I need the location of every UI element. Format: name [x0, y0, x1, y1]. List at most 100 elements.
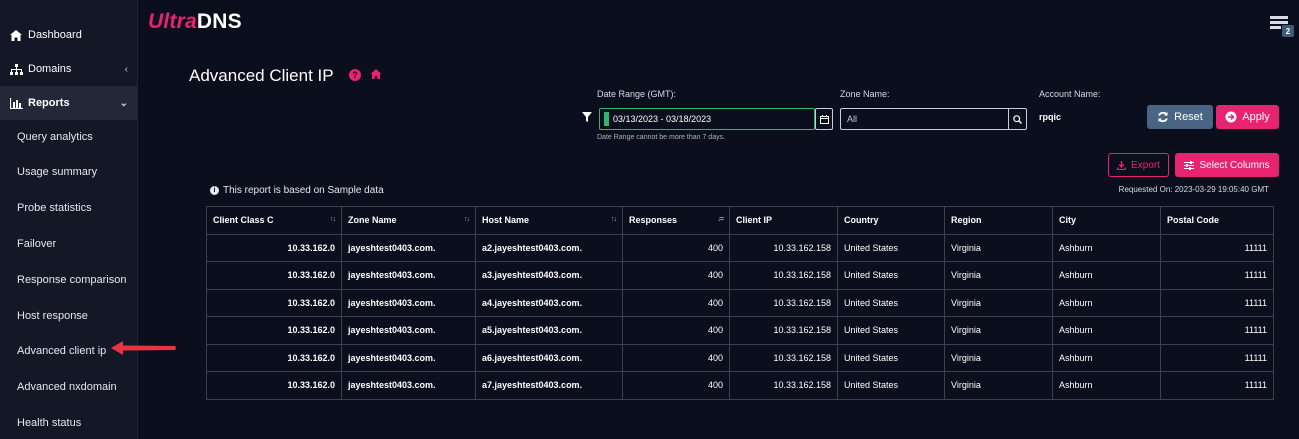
cell-client-ip: 10.33.162.158: [729, 261, 838, 290]
refresh-icon: [1157, 111, 1169, 123]
cell-postal-code: 11111: [1160, 371, 1274, 400]
cell-responses: 400: [622, 371, 730, 400]
column-header-zone-name[interactable]: Zone Name ↑↓: [341, 206, 476, 235]
cell-host-name: a3.jayeshtest0403.com.: [475, 261, 623, 290]
table-row: 10.33.162.0 jayeshtest0403.com. a3.jayes…: [206, 261, 1274, 290]
cell-zone-name: jayeshtest0403.com.: [341, 316, 476, 345]
sidebar-item-label: Reports: [28, 97, 70, 109]
cell-country: United States: [837, 233, 945, 262]
cell-postal-code: 11111: [1160, 316, 1274, 345]
sidebar-subitem-failover[interactable]: Failover: [0, 227, 138, 261]
help-icon[interactable]: ?: [349, 69, 361, 81]
cell-host-name: a4.jayeshtest0403.com.: [475, 288, 623, 317]
cell-region: Virginia: [944, 233, 1053, 262]
cell-client-ip: 10.33.162.158: [729, 316, 838, 345]
cell-client-ip: 10.33.162.158: [729, 371, 838, 400]
cell-city: Ashburn: [1052, 316, 1161, 345]
cell-host-name: a2.jayeshtest0403.com.: [475, 233, 623, 262]
cell-country: United States: [837, 316, 945, 345]
brand-logo[interactable]: UltraDNS: [148, 10, 242, 34]
select-columns-button[interactable]: Select Columns: [1175, 153, 1279, 177]
account-name-value: rpqic: [1039, 112, 1062, 122]
column-header-client-ip[interactable]: Client IP: [729, 206, 838, 235]
sidebar-subitem-health-status[interactable]: Health status: [0, 406, 138, 439]
cell-region: Virginia: [944, 316, 1053, 345]
cell-responses: 400: [622, 261, 730, 290]
reset-button[interactable]: Reset: [1147, 105, 1213, 129]
results-table: Client Class C ↑↓ Zone Name ↑↓ Host Name ↑↓…: [206, 206, 1274, 400]
column-header-country[interactable]: Country: [837, 206, 945, 235]
zone-search-button[interactable]: [1008, 108, 1027, 130]
cell-postal-code: 11111: [1160, 343, 1274, 372]
sidebar-subitem-probe-statistics[interactable]: Probe statistics: [0, 191, 138, 225]
sidebar-item-label: Dashboard: [28, 29, 82, 41]
cell-country: United States: [837, 261, 945, 290]
zone-name-input[interactable]: All: [840, 108, 1008, 130]
date-range-input[interactable]: 03/13/2023 - 03/18/2023: [599, 108, 815, 130]
cell-host-name: a7.jayeshtest0403.com.: [475, 371, 623, 400]
cell-postal-code: 11111: [1160, 233, 1274, 262]
table-header-row: Client Class C ↑↓ Zone Name ↑↓ Host Name ↑↓…: [206, 206, 1274, 235]
info-icon: i: [210, 186, 219, 195]
menu-button[interactable]: 2: [1270, 14, 1294, 38]
sort-desc-icon[interactable]: ↓=: [717, 216, 724, 223]
sidebar-subitem-advanced-nxdomain[interactable]: Advanced nxdomain: [0, 370, 138, 404]
column-header-postal-code[interactable]: Postal Code: [1160, 206, 1274, 235]
arrow-circle-right-icon: [1225, 111, 1237, 123]
cell-postal-code: 11111: [1160, 261, 1274, 290]
cell-zone-name: jayeshtest0403.com.: [341, 233, 476, 262]
sort-icon[interactable]: ↑↓: [330, 216, 336, 223]
sidebar-item-domains[interactable]: Domains ‹: [0, 52, 138, 86]
account-name-label: Account Name:: [1039, 89, 1101, 99]
cell-zone-name: jayeshtest0403.com.: [341, 371, 476, 400]
sidebar-subitem-usage-summary[interactable]: Usage summary: [0, 155, 138, 189]
column-header-responses[interactable]: Responses ↓=: [622, 206, 730, 235]
table-row: 10.33.162.0 jayeshtest0403.com. a2.jayes…: [206, 233, 1274, 262]
zone-name-label: Zone Name:: [840, 89, 890, 99]
cell-host-name: a5.jayeshtest0403.com.: [475, 316, 623, 345]
sample-data-note: i This report is based on Sample data: [210, 185, 384, 196]
column-header-host-name[interactable]: Host Name ↑↓: [475, 206, 623, 235]
sidebar-subitem-response-comparison[interactable]: Response comparison: [0, 263, 138, 297]
home-icon[interactable]: [370, 68, 382, 80]
sliders-icon: [1184, 160, 1195, 170]
sidebar: Dashboard Domains ‹ Reports ⌄ Query anal…: [0, 0, 138, 439]
cell-responses: 400: [622, 343, 730, 372]
column-header-client-class-c[interactable]: Client Class C ↑↓: [206, 206, 342, 235]
bar-chart-icon: [9, 97, 23, 109]
cell-client-ip: 10.33.162.158: [729, 343, 838, 372]
sidebar-item-reports[interactable]: Reports ⌄: [0, 86, 138, 120]
cell-region: Virginia: [944, 371, 1053, 400]
sidebar-item-dashboard[interactable]: Dashboard: [0, 18, 138, 52]
chevron-left-icon: ‹: [124, 63, 128, 75]
date-range-label: Date Range (GMT):: [597, 89, 677, 99]
export-button[interactable]: Export: [1108, 153, 1169, 177]
cell-country: United States: [837, 371, 945, 400]
column-header-city[interactable]: City: [1052, 206, 1161, 235]
apply-button[interactable]: Apply: [1216, 105, 1279, 129]
calendar-button[interactable]: [815, 108, 833, 130]
cell-client-class-c: 10.33.162.0: [206, 261, 342, 290]
cell-client-class-c: 10.33.162.0: [206, 316, 342, 345]
cell-postal-code: 11111: [1160, 288, 1274, 317]
cell-city: Ashburn: [1052, 233, 1161, 262]
sidebar-subitem-host-response[interactable]: Host response: [0, 299, 138, 333]
valid-indicator: [604, 112, 609, 126]
table-row: 10.33.162.0 jayeshtest0403.com. a5.jayes…: [206, 316, 1274, 345]
cell-city: Ashburn: [1052, 261, 1161, 290]
cell-zone-name: jayeshtest0403.com.: [341, 288, 476, 317]
sitemap-icon: [9, 63, 23, 75]
sort-icon[interactable]: ↑↓: [611, 216, 617, 223]
cell-client-class-c: 10.33.162.0: [206, 233, 342, 262]
menu-icon: [1270, 16, 1288, 19]
sidebar-subitem-query-analytics[interactable]: Query analytics: [0, 120, 138, 154]
column-header-region[interactable]: Region: [944, 206, 1053, 235]
date-range-hint: Date Range cannot be more than 7 days.: [597, 134, 726, 141]
sidebar-item-label: Domains: [28, 63, 72, 75]
requested-on: Requested On: 2023-03-29 19:05:40 GMT: [1118, 185, 1269, 194]
cell-responses: 400: [622, 233, 730, 262]
cell-city: Ashburn: [1052, 371, 1161, 400]
sort-icon[interactable]: ↑↓: [464, 216, 470, 223]
cell-zone-name: jayeshtest0403.com.: [341, 343, 476, 372]
calendar-icon: [819, 114, 829, 124]
